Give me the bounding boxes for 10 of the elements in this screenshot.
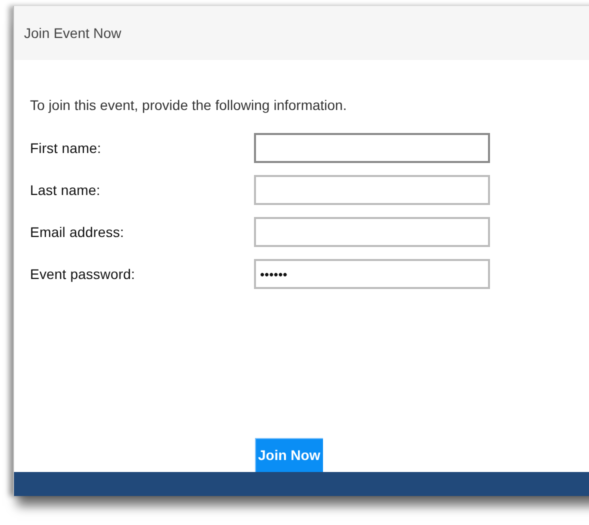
input-field[interactable]: •••••• (254, 259, 490, 289)
input-field[interactable] (254, 217, 490, 247)
field-label: Email address: (30, 224, 125, 240)
dialog-title: Join Event Now (24, 25, 122, 41)
field-label: First name: (30, 140, 102, 156)
input-field[interactable] (254, 175, 490, 205)
field-label: Last name: (30, 182, 102, 198)
field-label: Event password: (30, 266, 136, 282)
input-field[interactable] (254, 133, 490, 163)
instructions-text: To join this event, provide the following information. (30, 97, 348, 113)
